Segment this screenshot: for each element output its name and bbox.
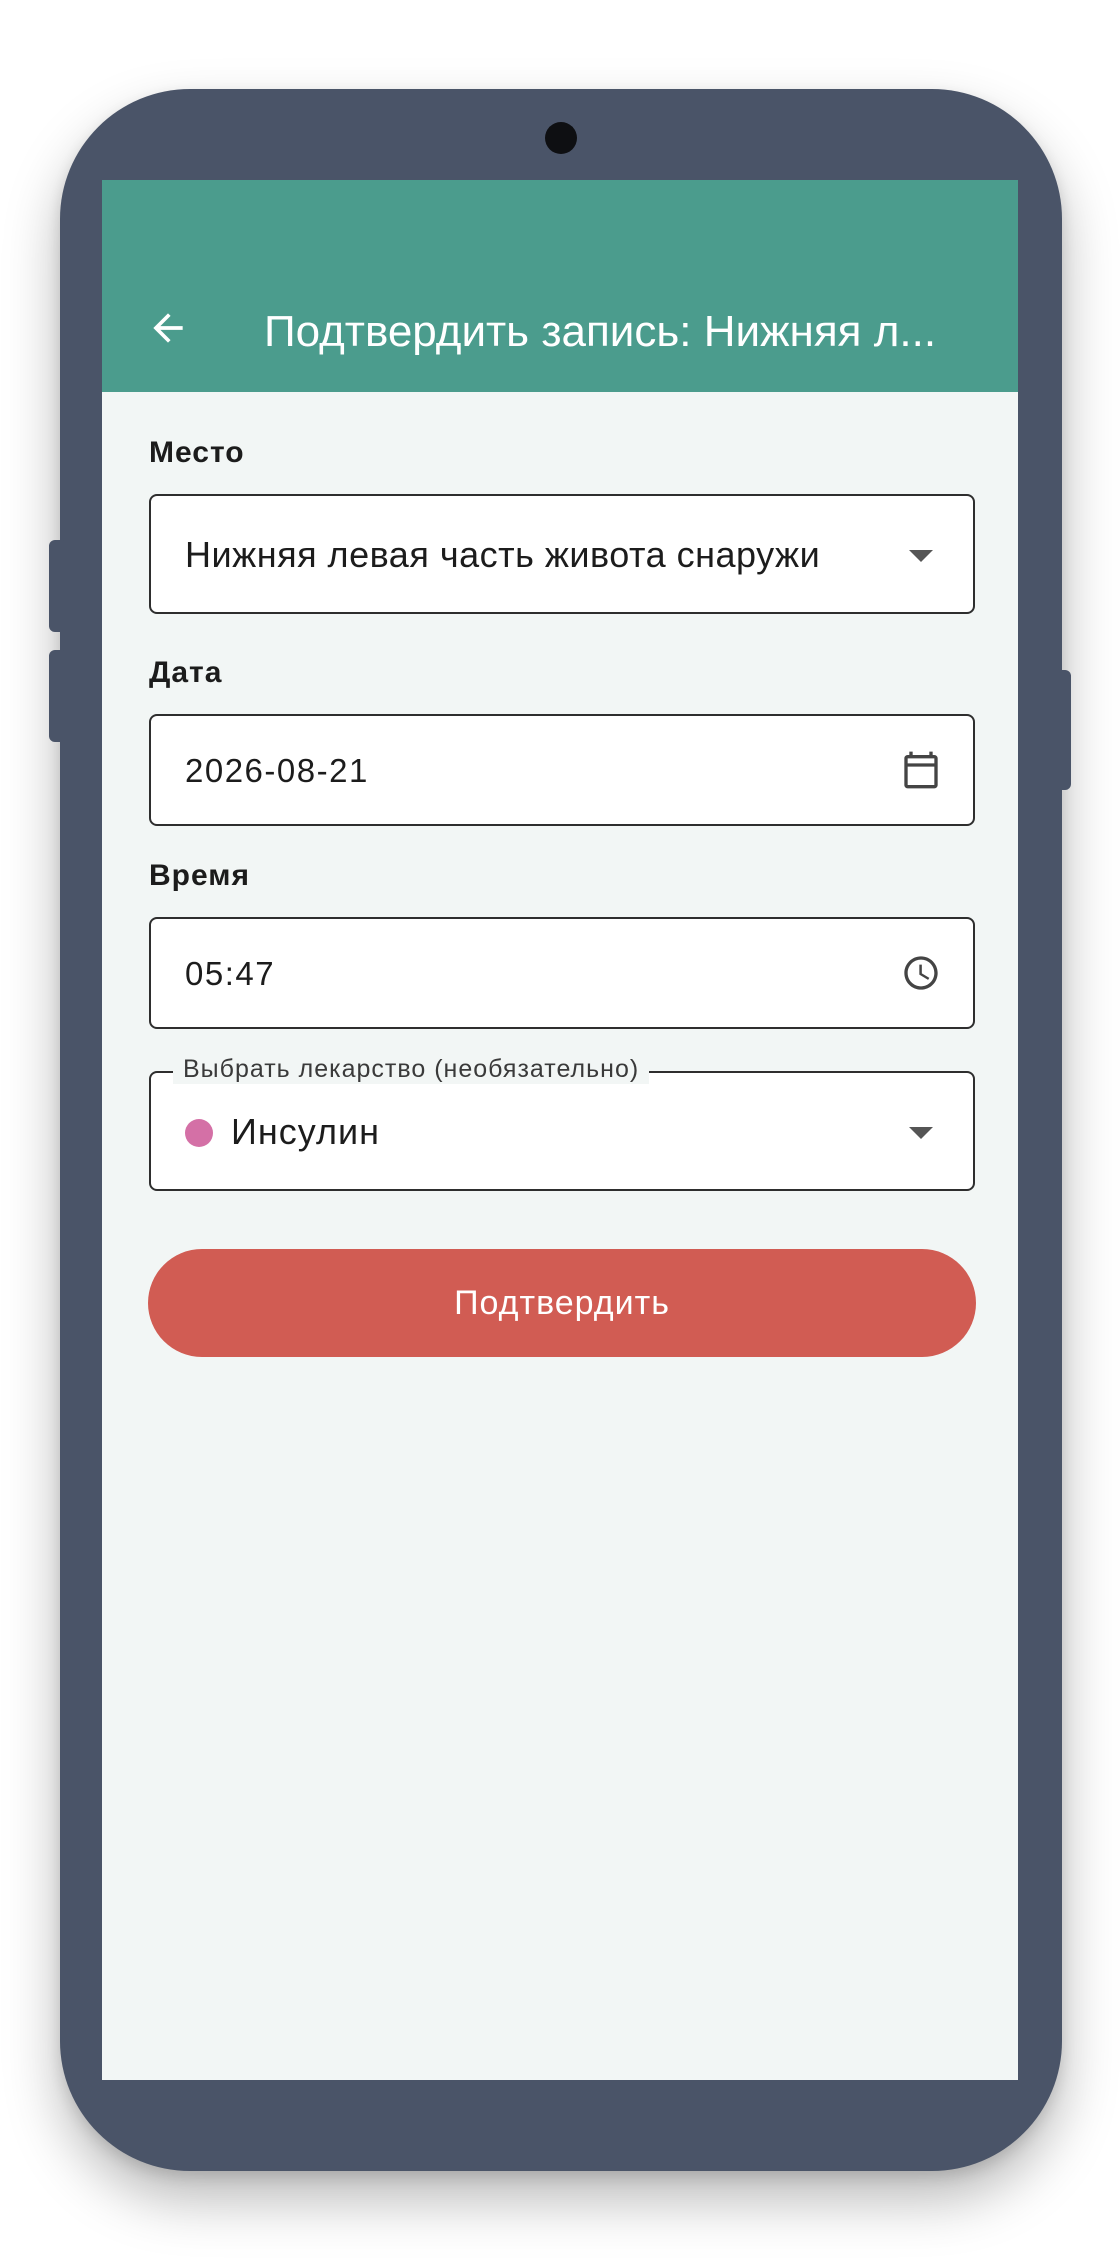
front-camera: [545, 122, 577, 154]
medication-color-dot: [185, 1119, 213, 1147]
confirm-button[interactable]: Подтвердить: [148, 1249, 976, 1357]
app-screen: Подтвердить запись: Нижняя л... Место Ни…: [102, 180, 1018, 2080]
arrow-left-icon: [153, 313, 183, 343]
location-label: Место: [149, 436, 245, 469]
medication-value: Инсулин: [231, 1111, 380, 1152]
chevron-down-icon: [909, 550, 933, 562]
calendar-icon[interactable]: [901, 750, 941, 790]
chevron-down-icon: [909, 1127, 933, 1139]
back-button[interactable]: [142, 302, 194, 354]
volume-up-button: [49, 540, 67, 632]
medication-select[interactable]: Выбрать лекарство (необязательно) Инсули…: [149, 1055, 975, 1191]
clock-icon[interactable]: [901, 953, 941, 993]
date-field[interactable]: 2026-08-21: [149, 714, 975, 826]
date-value: 2026-08-21: [185, 752, 369, 789]
location-value: Нижняя левая часть живота снаружи: [185, 534, 821, 575]
volume-down-button: [49, 650, 67, 742]
time-value: 05:47: [185, 955, 276, 992]
date-label: Дата: [149, 656, 223, 689]
power-button: [1055, 670, 1071, 790]
page-title: Подтвердить запись: Нижняя л...: [264, 307, 937, 356]
location-select[interactable]: Нижняя левая часть живота снаружи: [149, 494, 975, 614]
app-bar: Подтвердить запись: Нижняя л...: [102, 180, 1018, 392]
medication-label: Выбрать лекарство (необязательно): [173, 1055, 650, 1084]
time-label: Время: [149, 859, 250, 892]
time-field[interactable]: 05:47: [149, 917, 975, 1029]
